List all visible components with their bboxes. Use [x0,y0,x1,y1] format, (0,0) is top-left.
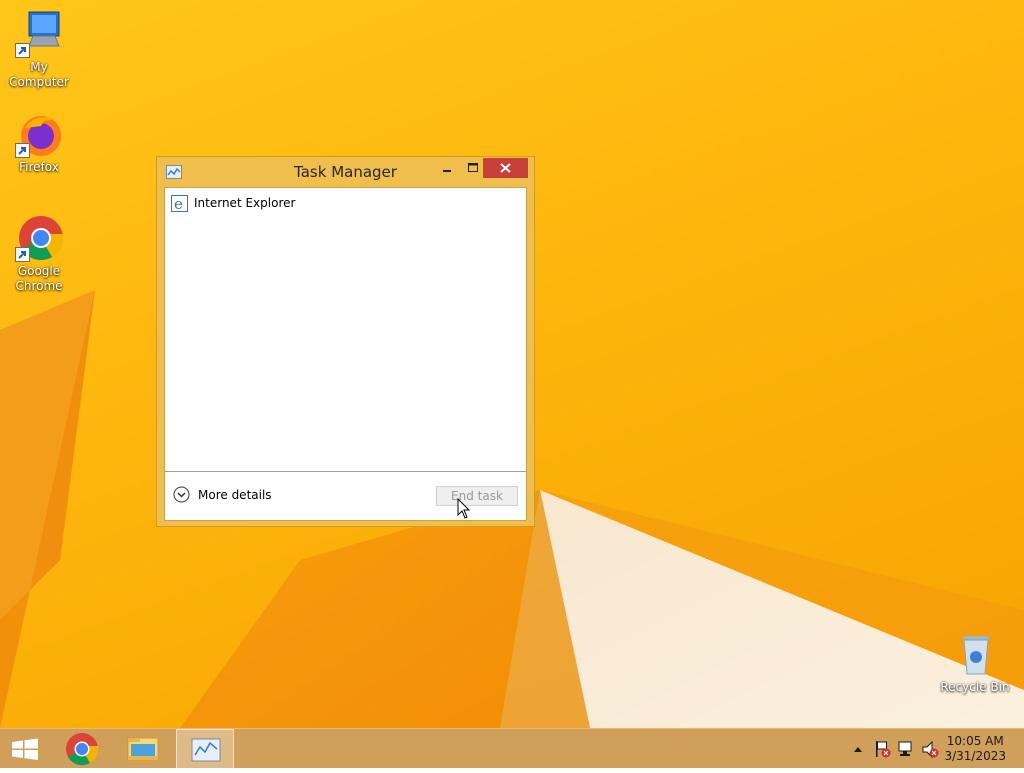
shortcut-arrow-icon [15,43,30,58]
end-task-button[interactable]: End task [436,486,518,506]
computer-icon [15,10,63,58]
close-icon [500,163,511,173]
close-button[interactable] [483,158,528,178]
firefox-icon [15,110,63,158]
footer: More details End task [165,472,526,520]
process-list[interactable]: e Internet Explorer [165,188,526,471]
desktop-icon-google-chrome[interactable]: Google Chrome [0,214,78,294]
more-details-label: More details [198,487,272,502]
show-hidden-icons[interactable] [854,747,862,752]
desktop-icon-my-computer[interactable]: My Computer [0,10,78,90]
chrome-icon [66,733,99,766]
start-button[interactable] [0,729,50,769]
taskbar: 10:05 AM 3/31/2023 [0,728,1024,769]
action-center-flag-icon[interactable] [876,741,891,758]
clock-date: 3/31/2023 [944,749,1006,763]
task-manager-window: Task Manager e Internet Explorer More de… [156,156,535,527]
desktop-icon-firefox[interactable]: Firefox [0,110,78,175]
chrome-icon [15,214,64,262]
taskbar-item-file-explorer[interactable] [114,729,172,769]
desktop-icon-label: Firefox [19,160,59,174]
clock[interactable]: 10:05 AM 3/31/2023 [944,734,1006,764]
windows-icon [12,738,38,760]
system-tray [854,740,939,759]
more-details-button[interactable]: More details [173,486,272,503]
desktop-icon-label: Google Chrome [15,264,63,293]
chevron-down-icon [173,486,190,503]
process-name: Internet Explorer [194,196,296,210]
desktop-icon-label: Recycle Bin [940,680,1010,694]
folder-icon [127,737,159,761]
taskbar-item-chrome[interactable] [53,729,111,769]
internet-explorer-icon: e [171,194,188,212]
recycle-bin-icon [951,630,999,678]
task-manager-icon [191,738,221,762]
shortcut-arrow-icon [15,143,30,158]
volume-muted-icon[interactable] [922,740,939,759]
desktop-icon-recycle-bin[interactable]: Recycle Bin [936,630,1014,695]
minimize-button[interactable] [434,158,460,178]
list-item[interactable]: e Internet Explorer [171,194,295,212]
shortcut-arrow-icon [15,247,30,262]
title-bar[interactable]: Task Manager [157,157,534,187]
svg-text:e: e [174,195,183,212]
taskbar-item-task-manager[interactable] [176,729,234,769]
desktop-icon-label: My Computer [9,60,69,89]
clock-time: 10:05 AM [946,734,1004,748]
task-manager-content: e Internet Explorer More details End tas… [164,187,527,521]
network-icon[interactable] [898,741,912,756]
mouse-cursor-icon [457,498,471,519]
